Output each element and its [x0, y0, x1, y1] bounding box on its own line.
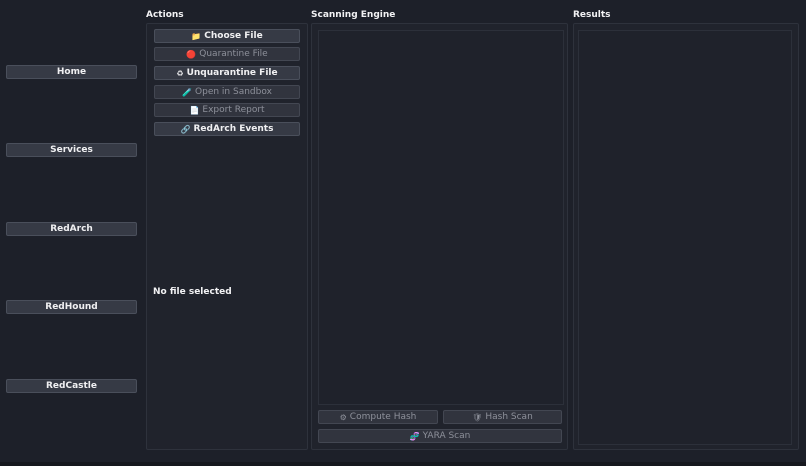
- export-report-button[interactable]: 📄 Export Report: [154, 103, 300, 117]
- results-output: [578, 30, 792, 445]
- sidebar-item-label: Services: [50, 145, 93, 155]
- red-circle-icon: 🔴: [186, 49, 197, 59]
- shield-icon: 🛡: [472, 412, 483, 422]
- quarantine-file-button[interactable]: 🔴 Quarantine File: [154, 47, 300, 61]
- choose-file-button[interactable]: 📁 Choose File: [154, 29, 300, 43]
- sidebar-item-label: RedCastle: [45, 381, 97, 391]
- scanning-engine-output: [318, 30, 564, 405]
- sidebar-item-redhound[interactable]: RedHound: [6, 300, 137, 314]
- gear-icon: ⚙: [339, 412, 347, 422]
- actions-header: Actions: [146, 10, 184, 20]
- file-status-label: No file selected: [153, 287, 232, 297]
- button-label: YARA Scan: [422, 431, 471, 441]
- button-label: Compute Hash: [349, 412, 417, 422]
- link-icon: 🔗: [180, 124, 191, 134]
- sidebar-item-label: RedArch: [50, 224, 93, 234]
- hash-scan-button[interactable]: 🛡 Hash Scan: [443, 410, 562, 424]
- recycle-icon: ♻: [176, 68, 184, 78]
- compute-hash-button[interactable]: ⚙ Compute Hash: [318, 410, 438, 424]
- document-icon: 📄: [189, 105, 200, 115]
- dna-icon: 🧬: [409, 431, 420, 441]
- button-label: Choose File: [204, 31, 263, 41]
- sidebar-item-redarch[interactable]: RedArch: [6, 222, 137, 236]
- test-tube-icon: 🧪: [182, 87, 193, 97]
- button-label: Export Report: [202, 105, 265, 115]
- sidebar-item-label: RedHound: [45, 302, 98, 312]
- button-label: Hash Scan: [485, 412, 533, 422]
- button-label: Quarantine File: [199, 49, 268, 59]
- button-label: Unquarantine File: [186, 68, 278, 78]
- open-in-sandbox-button[interactable]: 🧪 Open in Sandbox: [154, 85, 300, 99]
- sidebar-item-redcastle[interactable]: RedCastle: [6, 379, 137, 393]
- button-label: Open in Sandbox: [195, 87, 272, 97]
- scanning-engine-header: Scanning Engine: [311, 10, 396, 20]
- results-header: Results: [573, 10, 611, 20]
- sidebar-item-services[interactable]: Services: [6, 143, 137, 157]
- sidebar-item-label: Home: [56, 67, 87, 77]
- window-bottom-edge: [0, 462, 806, 466]
- folder-icon: 📁: [191, 31, 202, 41]
- redarch-events-button[interactable]: 🔗 RedArch Events: [154, 122, 300, 136]
- button-label: RedArch Events: [193, 124, 274, 134]
- unquarantine-file-button[interactable]: ♻ Unquarantine File: [154, 66, 300, 80]
- sidebar-item-home[interactable]: Home: [6, 65, 137, 79]
- yara-scan-button[interactable]: 🧬 YARA Scan: [318, 429, 562, 443]
